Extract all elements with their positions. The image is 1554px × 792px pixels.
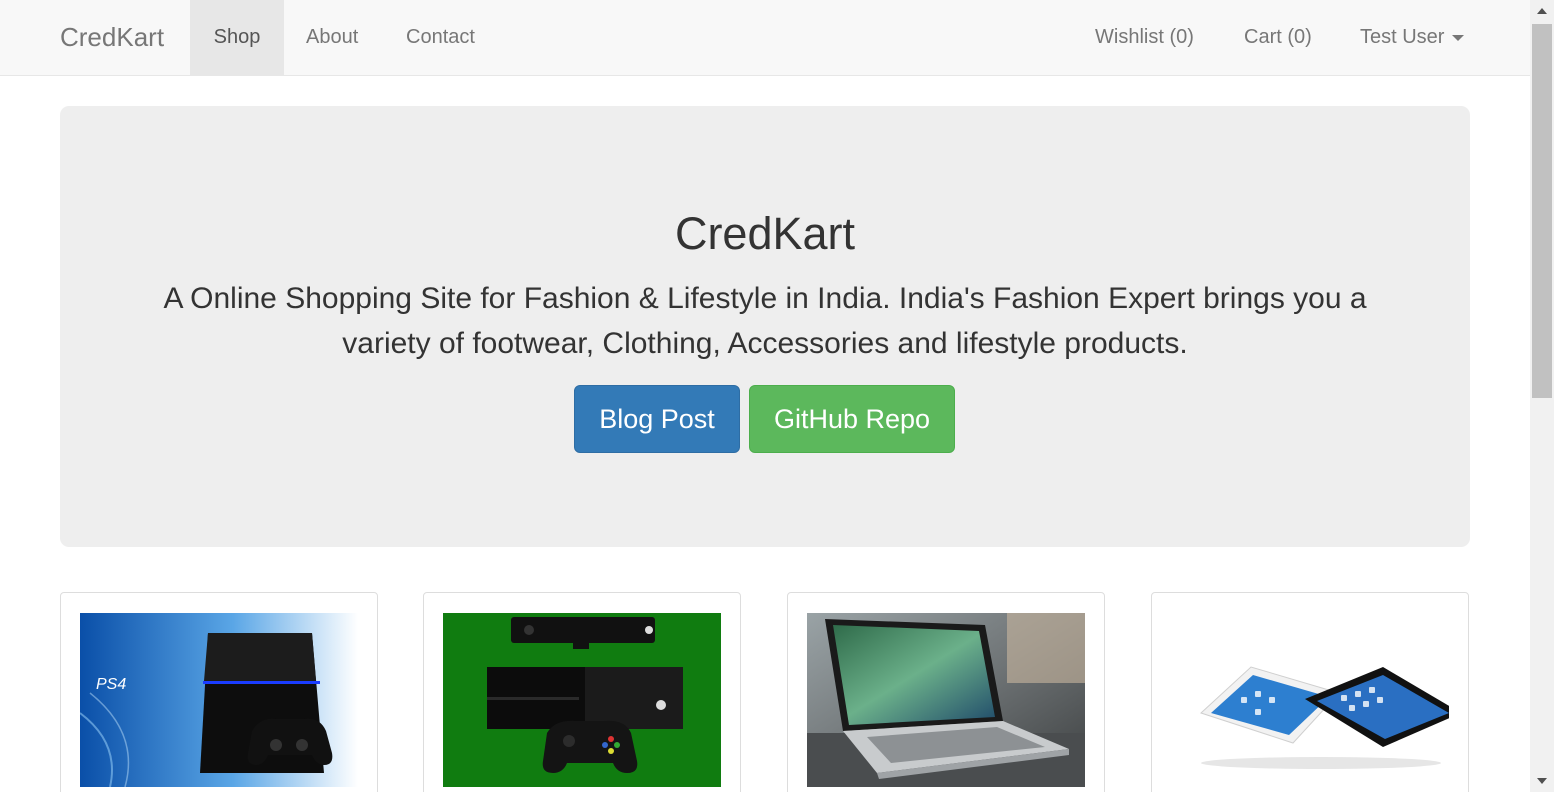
caret-down-icon (1452, 34, 1465, 41)
nav-contact[interactable]: Contact (406, 0, 475, 75)
xbox-one-console-image[interactable] (443, 613, 721, 787)
nav-shop[interactable]: Shop (190, 0, 284, 75)
nav-cart[interactable]: Cart (0) (1244, 0, 1312, 75)
product-card-ipad[interactable] (1151, 592, 1469, 792)
product-card-xbox[interactable] (423, 592, 741, 792)
blog-post-button[interactable]: Blog Post (574, 385, 740, 453)
brand-logo-link[interactable]: CredKart (60, 0, 164, 75)
ps4-console-image[interactable]: PS4 (80, 613, 358, 787)
product-card-macbook[interactable] (787, 592, 1105, 792)
hero-description: A Online Shopping Site for Fashion & Lif… (163, 282, 1367, 360)
vertical-scrollbar[interactable] (1530, 0, 1554, 792)
scrollbar-thumb[interactable] (1532, 24, 1552, 398)
product-card-ps4[interactable]: PS4 (60, 592, 378, 792)
scroll-up-arrow-icon[interactable] (1530, 0, 1554, 24)
nav-wishlist[interactable]: Wishlist (0) (1095, 0, 1194, 75)
hero-jumbotron: CredKart A Online Shopping Site for Fash… (60, 106, 1470, 547)
scroll-down-arrow-icon[interactable] (1530, 768, 1554, 792)
top-navbar: CredKart Shop About Contact Wishlist (0)… (0, 0, 1530, 76)
user-menu-dropdown[interactable]: Test User (1360, 0, 1465, 75)
hero-title: CredKart (674, 208, 856, 259)
macbook-laptop-image[interactable] (807, 613, 1085, 787)
github-repo-button[interactable]: GitHub Repo (749, 385, 955, 453)
ipad-tablets-image[interactable] (1171, 613, 1449, 787)
user-name-label: Test User (1360, 26, 1445, 48)
nav-about[interactable]: About (306, 0, 358, 75)
ps4-logo-text: PS4 (96, 676, 126, 693)
